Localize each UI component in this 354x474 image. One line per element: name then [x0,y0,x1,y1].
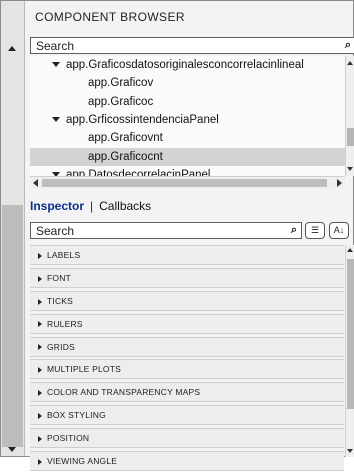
section-label: COLOR AND TRANSPARENCY MAPS [47,387,201,398]
component-search-input[interactable]: Search ⌕ [30,37,354,54]
inspector-section[interactable]: COLOR AND TRANSPARENCY MAPS [30,382,344,403]
search-icon[interactable]: ⌕ [291,224,297,237]
scrollbar-thumb[interactable] [2,205,23,447]
inspector-sections: LABELS FONT TICKS RULERS GRIDS MULTIPLE PLOTS… [30,245,344,474]
collapsed-triangle-icon [38,390,42,397]
sort-az-icon[interactable]: A↓ [329,222,349,239]
scroll-right-arrow-icon[interactable] [337,179,342,187]
tree-item[interactable]: app.GrficossintendenciaPanel [30,111,345,129]
inspector-tabs: Inspector | Callbacks [30,199,151,213]
scroll-left-arrow-icon[interactable] [33,179,38,187]
collapsed-triangle-icon [38,367,42,374]
tree-item[interactable]: app.Graficocnt [30,147,345,166]
section-label: GRIDS [47,341,75,352]
collapsed-triangle-icon [38,321,42,328]
tree-item-label: app.Graficovnt [88,132,163,145]
scrollbar-thumb[interactable] [42,179,327,187]
outer-vertical-scrollbar[interactable] [1,1,25,456]
tree-item-label: app.GrficossintendenciaPanel [66,113,219,126]
inspector-section[interactable]: POSITION [30,428,344,449]
tree-item[interactable]: app.Graficosdatosoriginalesconcorrelacin… [30,56,345,74]
collapsed-triangle-icon [38,298,42,305]
search-placeholder: Search [36,224,75,238]
inspector-section[interactable]: FONT [30,267,344,288]
scrollbar-thumb[interactable] [347,128,354,146]
inspector-section[interactable]: LABELS [30,245,344,265]
component-tree: app.Graficosdatosoriginalesconcorrelacin… [30,56,345,176]
component-browser-title: COMPONENT BROWSER [35,10,185,24]
scroll-up-arrow-icon[interactable] [347,61,353,65]
tab-separator: | [90,199,94,213]
tree-item-label: app.Graficov [88,77,154,90]
section-label: FONT [47,272,71,283]
scroll-down-arrow-icon[interactable] [347,449,353,453]
list-view-icon[interactable]: ☰ [305,222,325,239]
section-label: LABELS [47,250,81,260]
inspector-search-input[interactable]: Search ⌕ [30,222,302,239]
tree-item-label: app.Graficocnt [88,150,163,163]
tree-horizontal-scrollbar[interactable] [30,176,345,189]
collapsed-triangle-icon [38,275,42,282]
tree-item-label: app.DatosdecorrelacinPanel [66,168,211,176]
inspector-section[interactable]: RULERS [30,313,344,334]
expand-caret-icon[interactable] [52,62,60,68]
tree-vertical-scrollbar[interactable] [345,56,354,176]
section-label: RULERS [47,318,83,329]
search-icon[interactable]: ⌕ [345,39,351,52]
expand-caret-icon[interactable] [52,117,60,123]
scroll-down-arrow-icon[interactable] [347,167,353,171]
tree-item-label: app.Graficosdatosoriginalesconcorrelacin… [66,59,304,71]
inspector-section[interactable]: MULTIPLE PLOTS [30,359,344,380]
app-window: COMPONENT BROWSER Search ⌕ app.Graficosd… [0,0,354,472]
inspector-section[interactable]: BOX STYLING [30,405,344,426]
inspector-section[interactable]: TICKS [30,290,344,311]
inspector-section[interactable]: VIEWING ANGLE [30,451,344,472]
tree-item[interactable]: app.DatosdecorrelacinPanel [30,166,345,176]
section-label: POSITION [47,433,90,444]
tree-item[interactable]: app.Graficoc [30,93,345,111]
section-label: TICKS [47,295,74,306]
tree-item[interactable]: app.Graficovnt [30,129,345,147]
collapsed-triangle-icon [38,435,42,442]
tab-inspector[interactable]: Inspector [30,199,84,213]
search-placeholder: Search [36,39,75,53]
section-label: VIEWING ANGLE [47,456,118,467]
tree-item[interactable]: app.Graficov [30,74,345,92]
collapsed-triangle-icon [38,344,42,351]
inspector-vertical-scrollbar[interactable] [345,245,354,457]
inspector-section[interactable]: GRIDS [30,336,344,357]
scroll-up-arrow-icon[interactable] [8,46,16,51]
collapsed-triangle-icon [38,412,42,419]
scrollbar-thumb[interactable] [347,259,354,409]
tree-item-label: app.Graficoc [88,95,154,108]
section-label: MULTIPLE PLOTS [47,364,121,375]
scroll-up-arrow-icon[interactable] [347,248,353,252]
section-label: BOX STYLING [47,410,106,421]
tab-callbacks[interactable]: Callbacks [99,199,151,213]
collapsed-triangle-icon [38,458,42,465]
scroll-down-arrow-icon[interactable] [8,447,16,452]
collapsed-triangle-icon [38,252,42,259]
